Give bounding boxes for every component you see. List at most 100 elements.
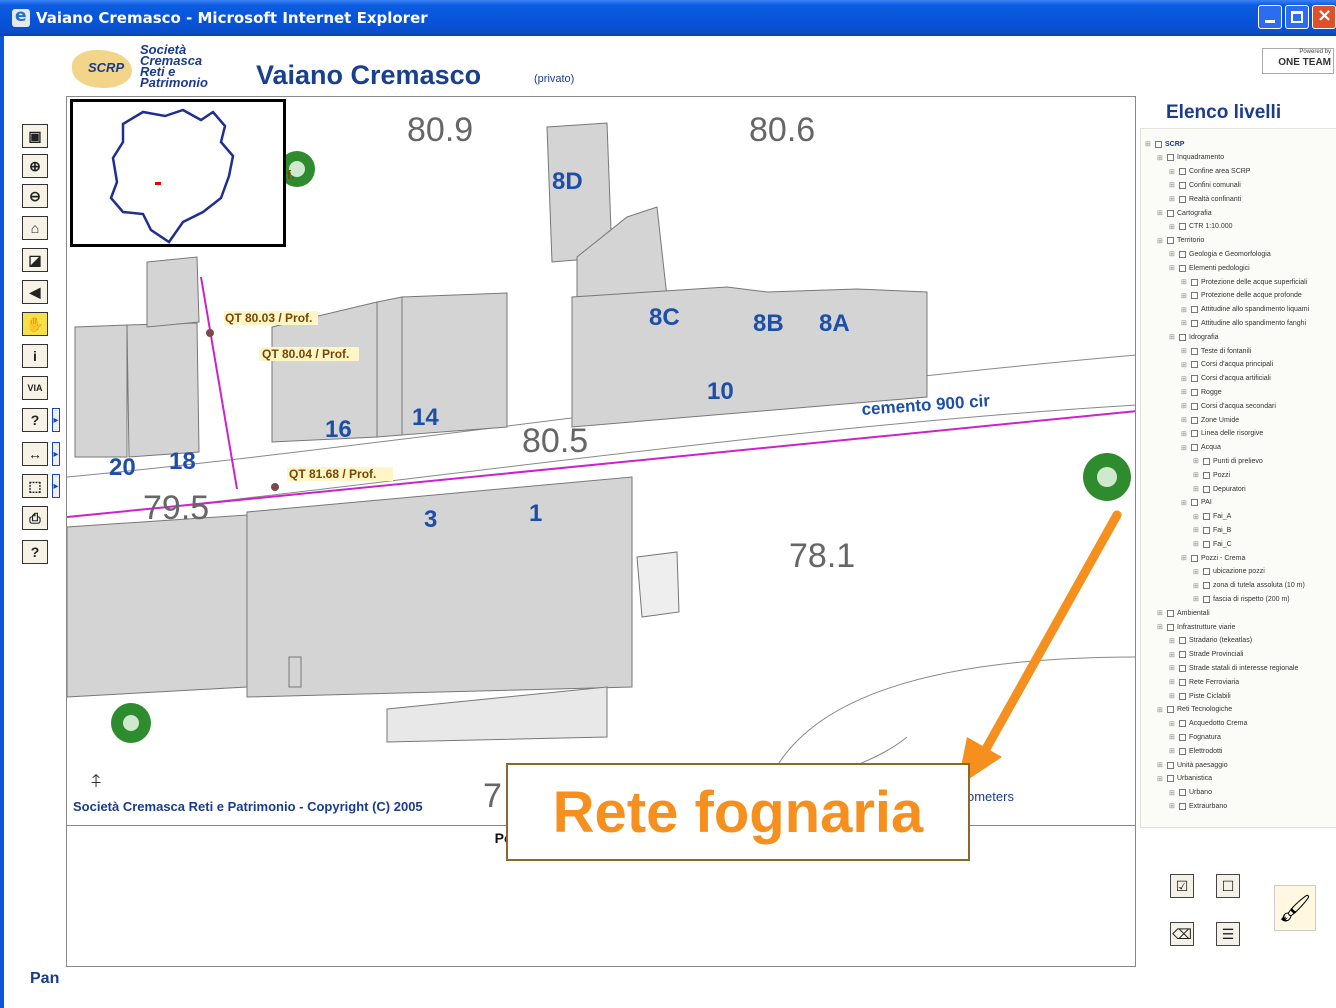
layer-item[interactable]: ⊞ Corsi d'acqua artificiali — [1181, 372, 1271, 386]
layer-checkbox[interactable] — [1179, 181, 1186, 189]
layer-checkbox[interactable] — [1179, 333, 1186, 341]
layer-item[interactable]: ⊞ Reti Tecnologiche — [1157, 703, 1232, 717]
layer-item[interactable]: ⊞ Protezione delle acque superficiali — [1181, 275, 1307, 289]
expand-icon[interactable]: ⊞ — [1181, 319, 1188, 327]
layer-item[interactable]: ⊞ Piste Ciclabili — [1169, 689, 1231, 703]
expand-icon[interactable]: ⊞ — [1169, 747, 1176, 755]
layer-item[interactable]: ⊞ Fai_B — [1193, 523, 1231, 537]
layer-item[interactable]: ⊞ Strade Provinciali — [1169, 648, 1243, 662]
expand-icon[interactable]: ⊞ — [1169, 664, 1176, 672]
layer-checkbox[interactable] — [1203, 568, 1210, 576]
layer-checkbox[interactable] — [1191, 361, 1198, 369]
expand-icon[interactable]: ⊞ — [1181, 375, 1188, 383]
expand-icon[interactable]: ⊞ — [1157, 609, 1164, 617]
layer-item[interactable]: ⊞ Urbanistica — [1157, 772, 1212, 786]
expand-icon[interactable]: ⊞ — [1169, 333, 1176, 341]
layer-tree[interactable]: ⊞ SCRP ⊞ Inquadramento ⊞ Confine area SCRP ⊞ Co… — [1140, 128, 1336, 828]
layer-item[interactable]: ⊞ Pozzi — [1193, 468, 1230, 482]
zoom-in-tool[interactable]: ⊕ — [22, 154, 48, 178]
layer-checkbox[interactable] — [1155, 140, 1162, 148]
layer-checkbox[interactable] — [1191, 278, 1198, 286]
layer-checkbox[interactable] — [1179, 692, 1186, 700]
print-tool[interactable]: ⎙ — [22, 506, 48, 530]
layer-checkbox[interactable] — [1167, 761, 1174, 769]
layer-checkbox[interactable] — [1203, 582, 1210, 590]
layer-item[interactable]: ⊞ Teste di fontanili — [1181, 344, 1251, 358]
layer-item[interactable]: ⊞ Linea delle risorgive — [1181, 427, 1263, 441]
pipe-label[interactable]: QT 80.04 / Prof. — [262, 347, 349, 361]
expand-icon[interactable]: ⊞ — [1169, 181, 1176, 189]
expand-icon[interactable]: ⊞ — [1193, 526, 1200, 534]
layer-item[interactable]: ⊞ Corsi d'acqua principali — [1181, 358, 1273, 372]
info-tool[interactable]: i — [22, 344, 48, 368]
expand-icon[interactable]: ⊞ — [1193, 457, 1200, 465]
layer-checkbox[interactable] — [1179, 747, 1186, 755]
layer-checkbox[interactable] — [1179, 720, 1186, 728]
expand-icon[interactable]: ⊞ — [1181, 388, 1188, 396]
expand-icon[interactable]: ⊞ — [1157, 775, 1164, 783]
layer-item[interactable]: ⊞ Elementi pedologici — [1169, 261, 1250, 275]
layer-checkbox[interactable] — [1179, 678, 1186, 686]
layer-item[interactable]: ⊞ Punti di prelievo — [1193, 454, 1263, 468]
expand-icon[interactable]: ⊞ — [1181, 347, 1188, 355]
expand-icon[interactable]: ⊞ — [1193, 513, 1200, 521]
query-tool-dropdown-arrow[interactable]: ▸ — [52, 408, 60, 432]
minimize-button[interactable] — [1258, 5, 1282, 29]
expand-icon[interactable]: ⊞ — [1181, 430, 1188, 438]
layer-item[interactable]: ⊞ Fai_C — [1193, 537, 1232, 551]
layer-checkbox[interactable] — [1191, 444, 1198, 452]
layer-item[interactable]: ⊞ Extraurbano — [1169, 799, 1227, 813]
layer-checkbox[interactable] — [1203, 540, 1210, 548]
expand-icon[interactable]: ⊞ — [1145, 140, 1152, 148]
query-tool[interactable]: ? — [22, 408, 48, 432]
layer-item[interactable]: ⊞ Protezione delle acque profonde — [1181, 289, 1302, 303]
expand-icon[interactable]: ⊞ — [1181, 306, 1188, 314]
expand-icon[interactable]: ⊞ — [1181, 444, 1188, 452]
layer-item[interactable]: ⊞ Zone Umide — [1181, 413, 1239, 427]
layer-checkbox[interactable] — [1179, 802, 1186, 810]
expand-icon[interactable]: ⊞ — [1157, 761, 1164, 769]
expand-icon[interactable]: ⊞ — [1169, 168, 1176, 176]
expand-icon[interactable]: ⊞ — [1181, 402, 1188, 410]
layer-checkbox[interactable] — [1191, 375, 1198, 383]
layer-item[interactable]: ⊞ Acquedotto Crema — [1169, 717, 1247, 731]
expand-icon[interactable]: ⊞ — [1169, 802, 1176, 810]
expand-icon[interactable]: ⊞ — [1169, 250, 1176, 258]
layer-checkbox[interactable] — [1203, 513, 1210, 521]
layer-item[interactable]: ⊞ SCRP — [1145, 137, 1184, 151]
layer-checkbox[interactable] — [1191, 402, 1198, 410]
layer-checkbox[interactable] — [1179, 789, 1186, 797]
layer-checkbox[interactable] — [1179, 637, 1186, 645]
layer-checkbox[interactable] — [1191, 306, 1198, 314]
refresh-brush-button[interactable]: 🖌 — [1274, 885, 1316, 931]
layer-item[interactable]: ⊞ Fai_A — [1193, 510, 1231, 524]
expand-icon[interactable]: ⊞ — [1181, 278, 1188, 286]
layer-item[interactable]: ⊞ PAI — [1181, 496, 1212, 510]
expand-icon[interactable]: ⊞ — [1169, 678, 1176, 686]
expand-icon[interactable]: ⊞ — [1169, 195, 1176, 203]
layer-item[interactable]: ⊞ Urbano — [1169, 786, 1212, 800]
layer-item[interactable]: ⊞ Corsi d'acqua secondari — [1181, 399, 1276, 413]
expand-icon[interactable]: ⊞ — [1157, 706, 1164, 714]
layer-checkbox[interactable] — [1167, 775, 1174, 783]
back-tool[interactable]: ◀ — [22, 280, 48, 304]
layer-checkbox[interactable] — [1167, 154, 1174, 162]
layer-checkbox[interactable] — [1179, 264, 1186, 272]
layer-item[interactable]: ⊞ zona di tutela assoluta (10 m) — [1193, 579, 1305, 593]
eraser-button[interactable]: ⌫ — [1170, 922, 1194, 946]
expand-icon[interactable]: ⊞ — [1193, 568, 1200, 576]
layer-checkbox[interactable] — [1203, 471, 1210, 479]
layer-checkbox[interactable] — [1191, 499, 1198, 507]
layer-item[interactable]: ⊞ Rogge — [1181, 385, 1222, 399]
layer-checkbox[interactable] — [1167, 209, 1174, 217]
layer-item[interactable]: ⊞ Depuratori — [1193, 482, 1246, 496]
layer-item[interactable]: ⊞ Ambientali — [1157, 606, 1210, 620]
expand-icon[interactable]: ⊞ — [1181, 361, 1188, 369]
measure-tool[interactable]: ↔ — [22, 442, 48, 466]
layer-item[interactable]: ⊞ Idrografia — [1169, 330, 1219, 344]
legend-button[interactable]: ☰ — [1216, 922, 1240, 946]
layer-checkbox[interactable] — [1179, 651, 1186, 659]
pipe-label[interactable]: QT 80.03 / Prof. — [225, 311, 312, 325]
layer-item[interactable]: ⊞ Geologia e Geomorfologia — [1169, 247, 1271, 261]
layer-checkbox[interactable] — [1203, 457, 1210, 465]
